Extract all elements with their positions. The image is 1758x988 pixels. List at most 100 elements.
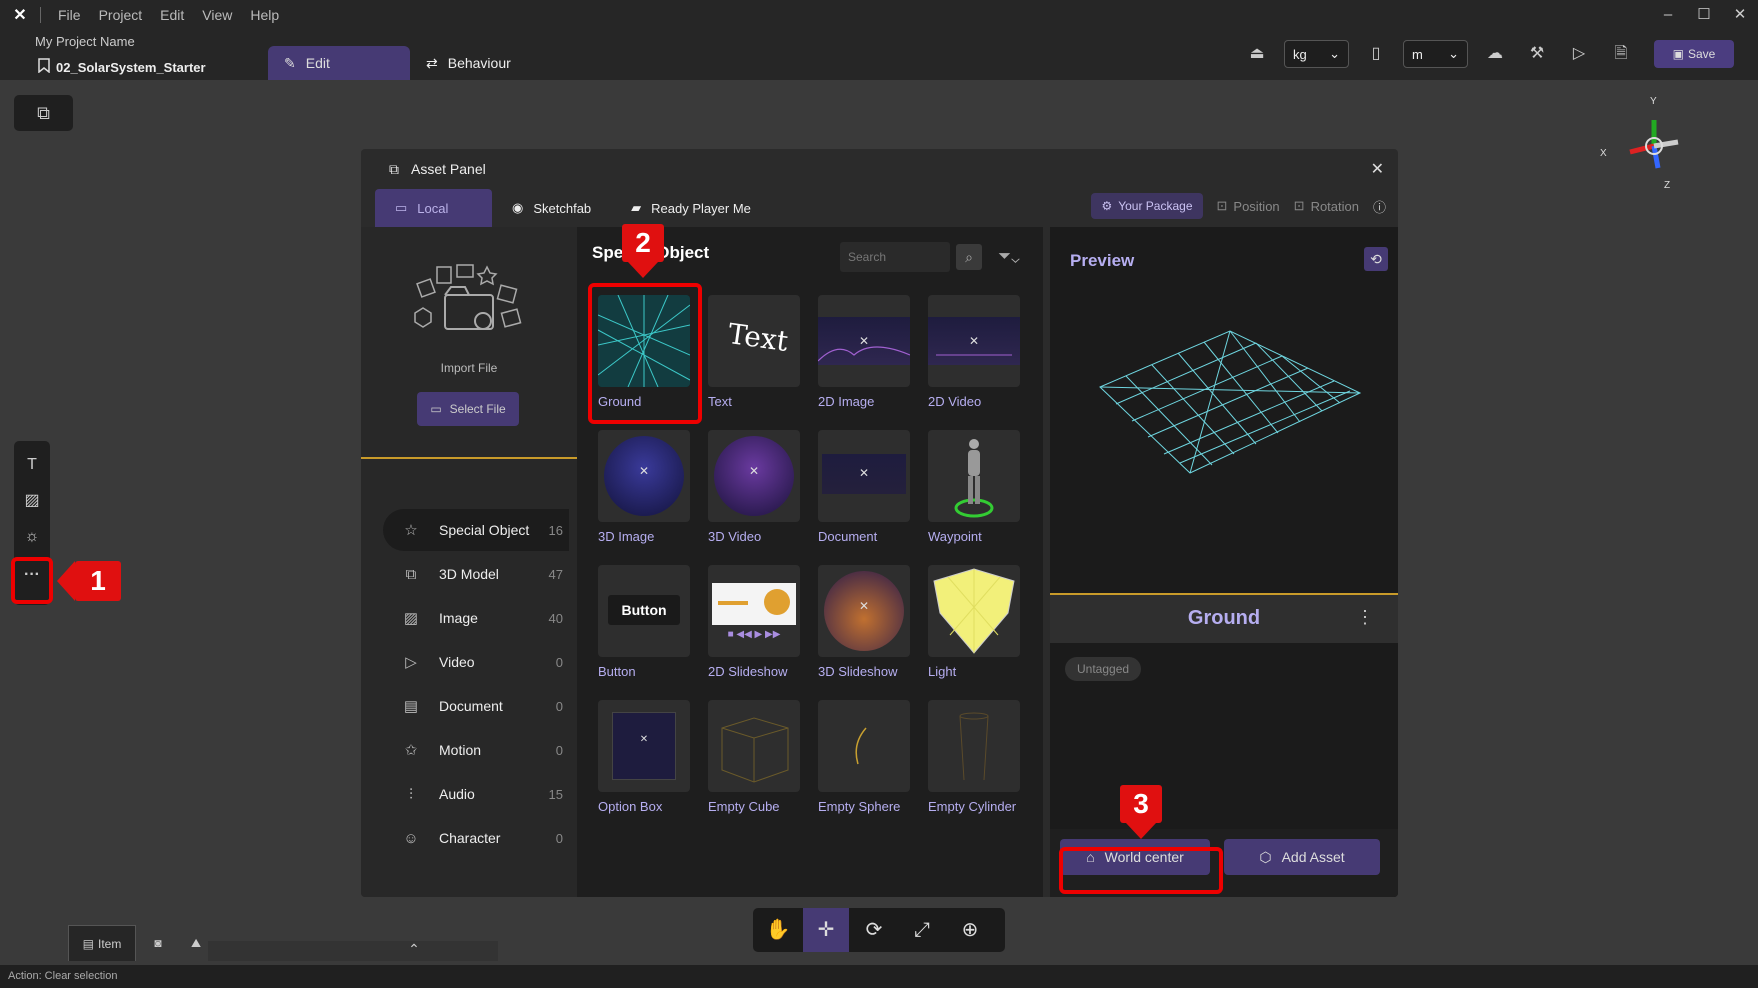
status-bar: Action: Clear selection <box>0 965 1758 988</box>
chevron-up-icon[interactable]: ⌃ <box>404 941 424 961</box>
weight-icon: ⏏ <box>1249 45 1265 62</box>
axis-gizmo[interactable]: Y X Z <box>1598 96 1690 192</box>
minimize-icon[interactable]: – <box>1650 0 1686 30</box>
layers-icon: ⧉ <box>37 103 50 123</box>
asset-name-bar: Ground ⋮ <box>1050 595 1398 643</box>
asset-card-3d-slideshow[interactable]: ✕ 3D Slideshow <box>818 565 910 679</box>
asset-card-3d-video[interactable]: ✕ 3D Video <box>708 430 800 544</box>
camera-icon: ◙ <box>154 936 162 950</box>
option-box-thumbnail: ✕ <box>598 700 690 792</box>
scene-name[interactable]: 02_SolarSystem_Starter <box>38 58 206 76</box>
rotate-tool-icon[interactable]: ⟳ <box>851 908 897 952</box>
menu-help[interactable]: Help <box>241 7 288 23</box>
asset-card-document[interactable]: ✕ Document <box>818 430 910 544</box>
category-video[interactable]: ▷ Video 0 <box>383 641 569 683</box>
asset-label: Option Box <box>598 799 663 814</box>
close-icon[interactable]: ✕ <box>1722 0 1758 30</box>
asset-card-light[interactable]: Light <box>928 565 1020 679</box>
cloud-icon[interactable]: ☁ <box>1480 40 1510 68</box>
play-icon[interactable]: ▷ <box>1564 40 1594 68</box>
motion-icon: ✩ <box>404 742 418 759</box>
category-motion[interactable]: ✩ Motion 0 <box>383 729 569 771</box>
menu-view[interactable]: View <box>193 7 241 23</box>
filter-icon[interactable]: ⏷⌄ <box>989 244 1029 270</box>
scale-tool-icon[interactable]: ⤢ <box>899 908 945 952</box>
add-asset-button[interactable]: ⬡ Add Asset <box>1224 839 1380 875</box>
audio-icon: ⫶ <box>409 785 413 803</box>
select-file-button[interactable]: ▭ Select File <box>417 392 519 426</box>
tab-ready-player-me[interactable]: ▰ Ready Player Me <box>611 189 771 227</box>
category-audio[interactable]: ⫶ Audio 15 <box>383 773 569 815</box>
hand-tool-icon[interactable]: ✋ <box>755 908 801 952</box>
bottom-dock: ▤ Item ◙ ⛰ ⌃ <box>68 925 498 961</box>
transform-tool-icon[interactable]: ⊕ <box>947 908 993 952</box>
folder-icon: ▭ <box>430 402 442 416</box>
close-icon[interactable]: ✕ <box>1371 159 1384 179</box>
category-label: Character <box>439 830 501 846</box>
asset-card-2d-video[interactable]: ✕ 2D Video <box>928 295 1020 409</box>
light-tool-icon[interactable]: ☼ <box>14 521 50 553</box>
button-thumb-label: Button <box>608 595 680 625</box>
asset-card-option-box[interactable]: ✕ Option Box <box>598 700 690 814</box>
asset-label: 2D Video <box>928 394 982 409</box>
mass-unit-select[interactable]: kg ⌄ <box>1284 40 1349 68</box>
layers-button[interactable]: ⧉ <box>14 95 73 131</box>
preview-pane: Preview ⟲ Ground ⋮ Untagged ⌂ World cent… <box>1050 227 1398 897</box>
asset-card-button[interactable]: Button Button <box>598 565 690 679</box>
rotation-toggle[interactable]: ⊡ Rotation <box>1294 198 1359 214</box>
menu-project[interactable]: Project <box>90 7 152 23</box>
category-document[interactable]: ▤ Document 0 <box>383 685 569 727</box>
text-tool-icon[interactable]: T <box>14 449 50 481</box>
search-icon[interactable]: ⌕ <box>956 244 982 270</box>
dock-tab-camera[interactable]: ◙ <box>140 925 176 961</box>
search-input[interactable]: Search <box>840 242 950 272</box>
empty-cube-thumbnail <box>708 700 800 792</box>
asset-card-text[interactable]: Text Text <box>708 295 800 409</box>
asset-card-2d-slideshow[interactable]: ■ ◀◀ ▶ ▶▶ 2D Slideshow <box>708 565 800 679</box>
project-name: My Project Name <box>35 34 135 49</box>
category-count: 15 <box>548 786 563 802</box>
category-character[interactable]: ☺ Character 0 <box>383 817 569 859</box>
menu-edit[interactable]: Edit <box>151 7 193 23</box>
asset-card-waypoint[interactable]: Waypoint <box>928 430 1020 544</box>
category-count: 0 <box>555 830 563 846</box>
asset-card-2d-image[interactable]: ✕ 2D Image <box>818 295 910 409</box>
add-asset-icon: ⬡ <box>1259 848 1272 865</box>
text-thumbnail: Text <box>708 295 800 387</box>
category-label: Motion <box>439 742 482 758</box>
asset-card-3d-image[interactable]: ✕ 3D Image <box>598 430 690 544</box>
save-button[interactable]: ▣ Save <box>1654 40 1734 68</box>
wrench-icon[interactable]: ⚒ <box>1522 40 1552 68</box>
more-vertical-icon[interactable]: ⋮ <box>1356 607 1374 628</box>
asset-card-empty-sphere[interactable]: Empty Sphere <box>818 700 910 814</box>
tab-edit[interactable]: ✎ Edit <box>268 46 410 80</box>
dock-bar <box>208 941 498 961</box>
move-tool-icon[interactable]: ✛ <box>803 908 849 952</box>
asset-card-empty-cylinder[interactable]: Empty Cylinder <box>928 700 1020 814</box>
category-image[interactable]: ▨ Image 40 <box>383 597 569 639</box>
button-thumbnail: Button <box>598 565 690 657</box>
bookmark-icon <box>38 58 50 76</box>
your-package-button[interactable]: ⚙ Your Package <box>1091 193 1203 219</box>
category-label: Special Object <box>439 522 530 538</box>
menu-file[interactable]: File <box>49 7 90 23</box>
position-toggle[interactable]: ⊡ Position <box>1217 198 1280 214</box>
category-3d-model[interactable]: ⧉ 3D Model 47 <box>383 553 569 595</box>
tab-behaviour[interactable]: ⇄ Behaviour <box>426 46 511 80</box>
info-icon[interactable]: ⓘ <box>1373 197 1386 216</box>
dock-tab-item[interactable]: ▤ Item <box>68 925 136 961</box>
maximize-icon[interactable]: ☐ <box>1686 0 1722 30</box>
ruler-icon: ▯ <box>1371 45 1381 62</box>
svg-text:✕: ✕ <box>859 334 869 348</box>
tab-sketchfab[interactable]: ◉ Sketchfab <box>492 189 611 227</box>
image-tool-icon[interactable]: ▨ <box>14 485 50 517</box>
tag-chip[interactable]: Untagged <box>1065 657 1142 681</box>
category-count: 16 <box>548 522 563 538</box>
length-unit-select[interactable]: m ⌄ <box>1403 40 1468 68</box>
asset-card-empty-cube[interactable]: Empty Cube <box>708 700 800 814</box>
tab-local[interactable]: ▭ Local <box>375 189 492 227</box>
category-special-object[interactable]: ☆ Special Object 16 <box>383 509 569 551</box>
refresh-icon[interactable]: ⟲ <box>1364 247 1388 271</box>
save-file-icon[interactable]: 🗎 <box>1606 40 1636 68</box>
monitor-icon: ▭ <box>395 200 408 215</box>
